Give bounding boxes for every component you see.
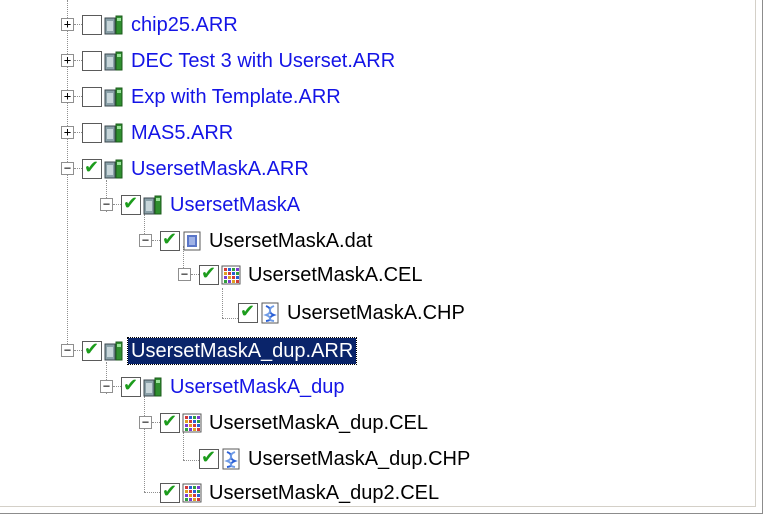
tree-item[interactable]: ✔ UsersetMaskA_dup2.CEL [0,480,700,512]
tree-guide [74,132,82,133]
tree-item[interactable]: ✔ UsersetMaskA.CHP [0,300,700,332]
tree-item[interactable]: + Exp with Template.ARR [0,84,700,116]
checkmark-icon: ✔ [123,193,139,214]
item-checkbox[interactable] [82,123,102,143]
chip-icon [103,158,125,180]
tree-item-label[interactable]: UsersetMaskA [167,192,303,218]
checkmark-icon: ✔ [162,481,178,502]
dat-icon [181,230,203,252]
expand-toggle[interactable]: + [61,126,74,139]
chp-icon [220,448,242,470]
tree-guide [113,386,121,387]
tree-item-label[interactable]: chip25.ARR [128,12,241,38]
tree-item[interactable]: + chip25.ARR [0,12,700,44]
expand-toggle[interactable]: + [61,18,74,31]
cel-icon [220,264,242,286]
item-checkbox[interactable]: ✔ [160,229,180,251]
collapse-toggle[interactable]: − [100,198,113,211]
tree-item-label[interactable]: UsersetMaskA_dup [167,374,348,400]
item-checkbox[interactable] [82,87,102,107]
tree-item[interactable]: ✔ UsersetMaskA_dup.CHP [0,446,700,478]
checkmark-icon: ✔ [84,157,100,178]
checkmark-icon: ✔ [240,301,256,322]
item-checkbox[interactable]: ✔ [82,339,102,361]
tree-guide [74,96,82,97]
tree-guide [152,240,160,241]
chp-icon [259,302,281,324]
tree-guide [74,24,82,25]
collapse-toggle[interactable]: − [178,268,191,281]
item-checkbox[interactable]: ✔ [82,157,102,179]
cel-icon [181,412,203,434]
cel-icon [181,482,203,504]
item-checkbox[interactable] [82,15,102,35]
tree-item-label[interactable]: UsersetMaskA.CHP [284,300,468,326]
tree-item-label[interactable]: UsersetMaskA_dup2.CEL [206,480,442,506]
collapse-toggle[interactable]: − [61,162,74,175]
checkmark-icon: ✔ [123,375,139,396]
checkmark-icon: ✔ [84,339,100,360]
tree-item-label[interactable]: DEC Test 3 with Userset.ARR [128,48,398,74]
checkmark-icon: ✔ [162,411,178,432]
item-checkbox[interactable] [82,51,102,71]
tree-guide [74,60,82,61]
chip-icon [142,376,164,398]
tree-item-label[interactable]: Exp with Template.ARR [128,84,344,110]
item-checkbox[interactable]: ✔ [121,375,141,397]
tree-item[interactable]: + MAS5.ARR [0,120,700,152]
tree-guide [74,168,82,169]
tree-item-label[interactable]: UsersetMaskA.dat [206,228,375,254]
item-checkbox[interactable]: ✔ [199,447,219,469]
checkmark-icon: ✔ [162,229,178,250]
chip-icon [142,194,164,216]
item-checkbox[interactable]: ✔ [121,193,141,215]
tree-guide [113,204,121,205]
chip-icon [103,14,125,36]
tree-guide [152,422,160,423]
tree-item[interactable]: − ✔ UsersetMaskA [0,192,700,224]
tree-item-label[interactable]: UsersetMaskA_dup.CEL [206,410,431,436]
chip-icon [103,50,125,72]
tree-guide [74,350,82,351]
collapse-toggle[interactable]: − [139,234,152,247]
item-checkbox[interactable]: ✔ [160,481,180,503]
tree-item-label[interactable]: UsersetMaskA_dup.ARR [126,337,358,365]
expand-toggle[interactable]: + [61,54,74,67]
tree-item[interactable]: + DEC Test 3 with Userset.ARR [0,48,700,80]
checkmark-icon: ✔ [201,263,217,284]
collapse-toggle[interactable]: − [139,416,152,429]
tree-item[interactable]: − ✔ UsersetMaskA.CEL [0,262,700,294]
collapse-toggle[interactable]: − [100,380,113,393]
tree-guide [191,274,199,275]
chip-icon [103,340,125,362]
collapse-toggle[interactable]: − [61,344,74,357]
item-checkbox[interactable]: ✔ [160,411,180,433]
tree-item-label[interactable]: MAS5.ARR [128,120,236,146]
tree-item-label[interactable]: UsersetMaskA_dup.CHP [245,446,473,472]
chip-icon [103,86,125,108]
tree-item[interactable]: − ✔ UsersetMaskA.dat [0,228,700,260]
tree-item-label[interactable]: UsersetMaskA.CEL [245,262,426,288]
tree-item[interactable]: − ✔ UsersetMaskA.ARR [0,156,700,188]
tree-item[interactable]: − ✔ UsersetMaskA_dup.CEL [0,410,700,442]
item-checkbox[interactable]: ✔ [199,263,219,285]
tree-item-label[interactable]: UsersetMaskA.ARR [128,156,312,182]
item-checkbox[interactable]: ✔ [238,301,258,323]
expand-toggle[interactable]: + [61,90,74,103]
checkmark-icon: ✔ [201,447,217,468]
tree-item[interactable]: − ✔ UsersetMaskA_dup.ARR [0,337,700,370]
tree-item[interactable]: − ✔ UsersetMaskA_dup [0,374,700,406]
chip-icon [103,122,125,144]
